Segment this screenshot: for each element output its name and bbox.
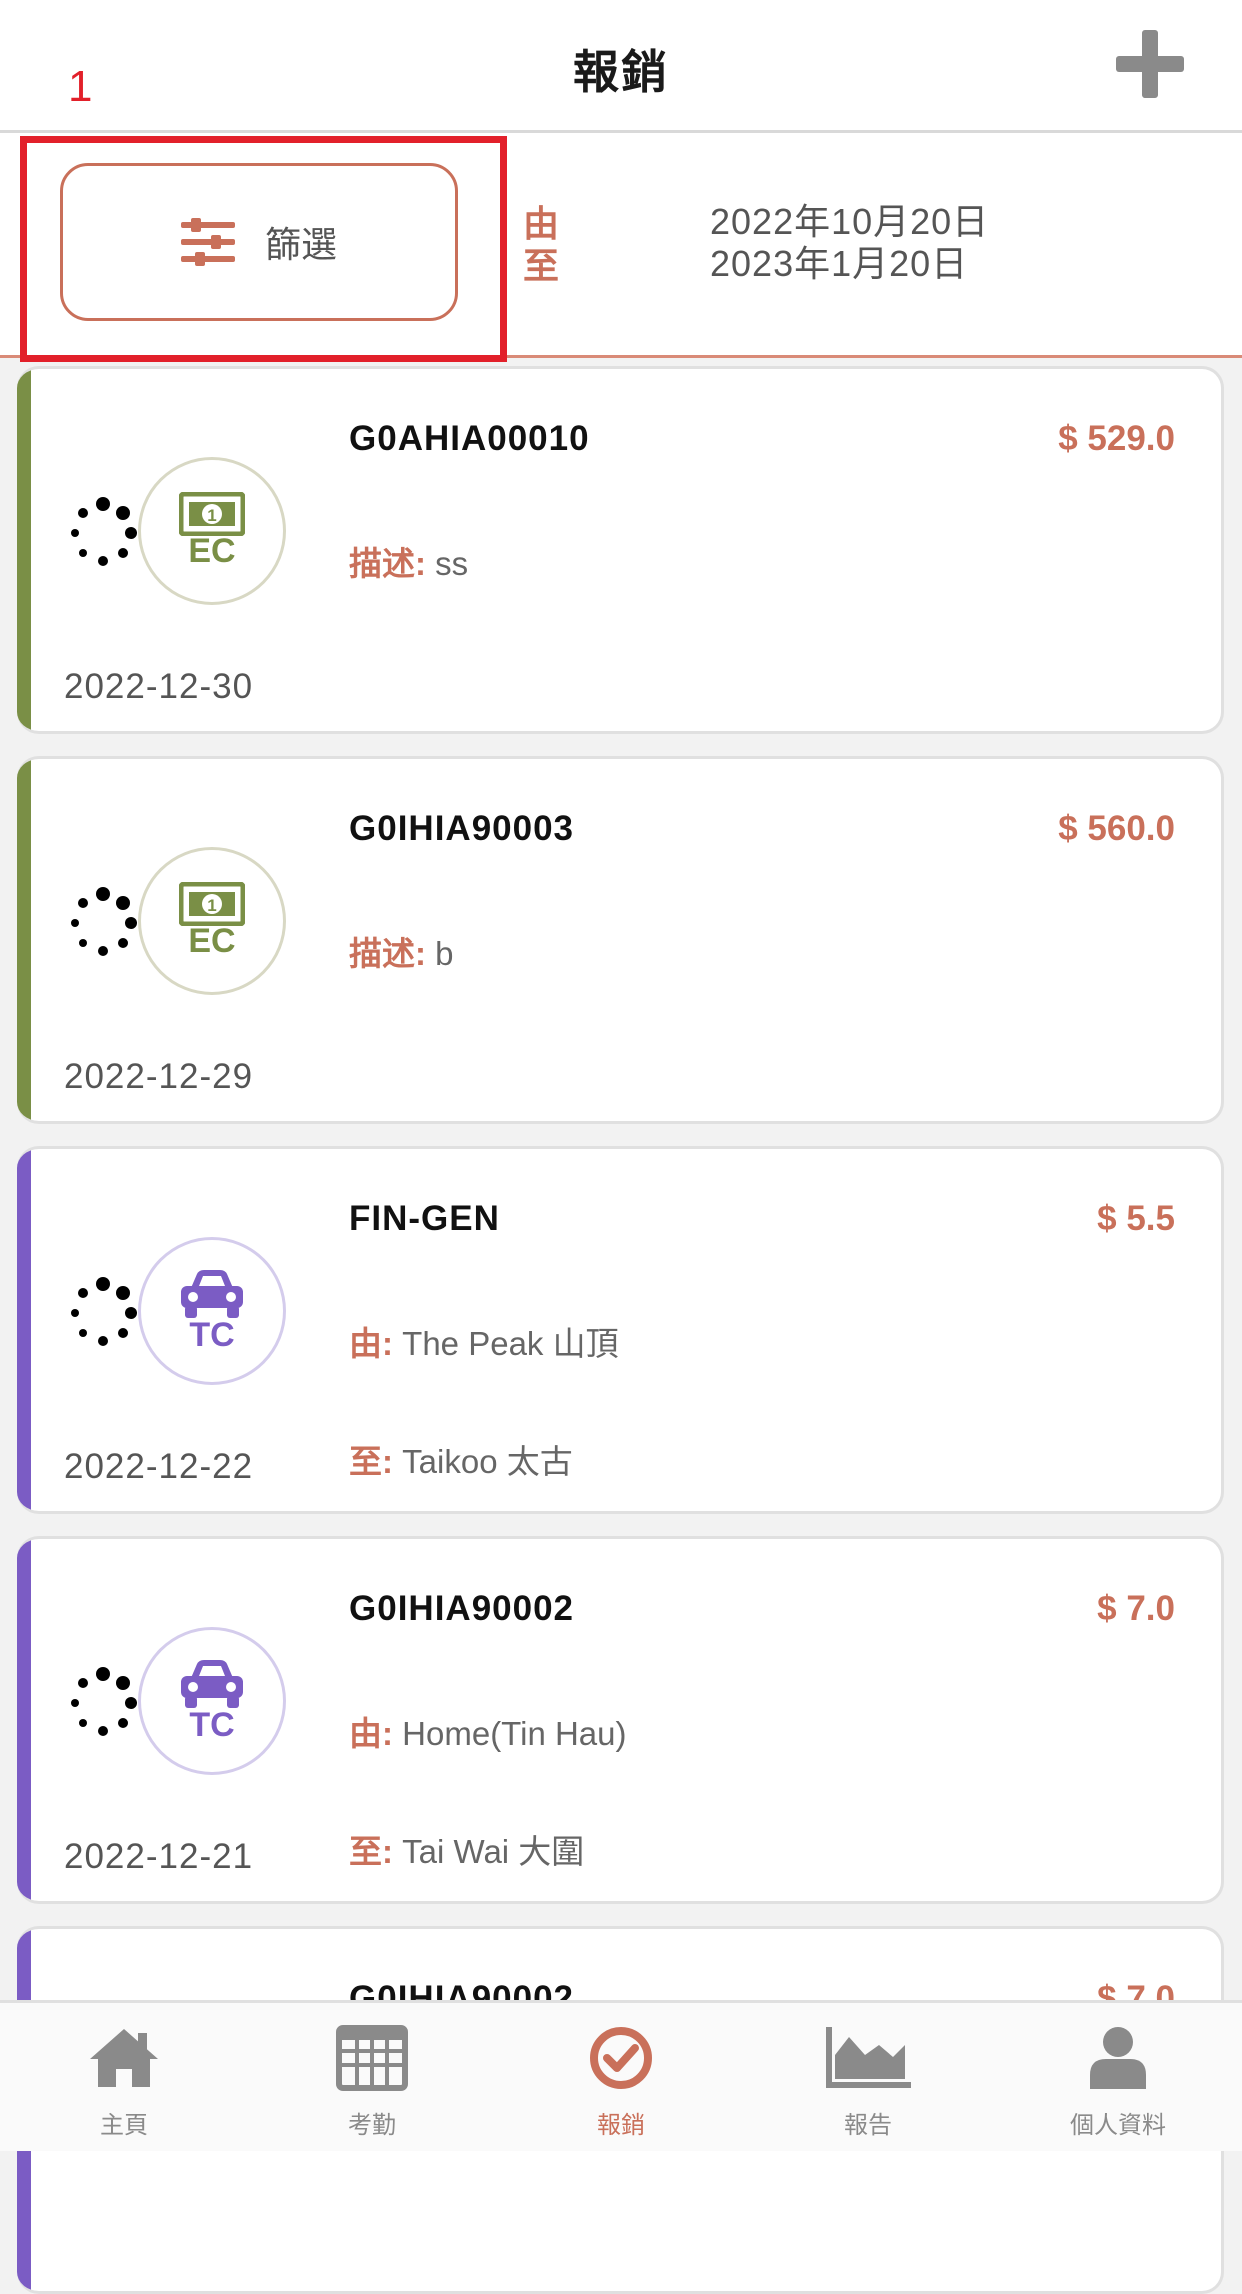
claim-card[interactable]: 1 EC 2022-12-29 G0IHIA90003 $ 560.0 描述: … (17, 756, 1224, 1124)
from-key: 由: (349, 1715, 393, 1752)
tab-label: 個人資料 (1070, 2112, 1166, 2139)
to-label: 至 (523, 245, 560, 286)
claim-reference: G0AHIA00010 (349, 419, 590, 458)
claim-from: 由: The Peak 山頂 (349, 1317, 619, 1365)
claim-amount: $ 529.0 (1058, 419, 1175, 458)
type-badge: 1 EC (138, 457, 286, 605)
claim-card[interactable]: TC 2022-12-21 G0IHIA90002 $ 7.0 由: Home(… (17, 1536, 1224, 1904)
tab-home[interactable]: 主頁 (44, 2025, 204, 2151)
person-icon (1090, 2027, 1146, 2089)
tab-label: 主頁 (100, 2112, 148, 2139)
svg-text:1: 1 (207, 506, 216, 525)
date-range-labels: 由 至 (523, 203, 559, 287)
from-label: 由 (523, 203, 560, 244)
description-key: 描述: (349, 545, 426, 582)
to-key: 至: (349, 1833, 393, 1870)
claim-reference: FIN-GEN (349, 1199, 500, 1238)
type-code: TC (189, 1315, 235, 1354)
check-circle-icon (590, 2027, 652, 2089)
type-code: EC (188, 921, 236, 960)
type-stripe (17, 1149, 31, 1511)
tab-reports[interactable]: 報告 (788, 2025, 948, 2151)
banknote-icon: 1 (179, 881, 245, 926)
bottom-tab-bar: 主頁 考勤 報銷 報告 個人資料 (0, 2000, 1242, 2151)
banknote-icon: 1 (179, 491, 245, 536)
tab-attendance[interactable]: 考勤 (292, 2025, 452, 2151)
type-stripe (17, 759, 31, 1121)
page-title: 報銷 (573, 46, 669, 98)
tab-label: 報銷 (597, 2112, 645, 2139)
from-date: 2022年10月20日 (710, 201, 990, 242)
type-badge: TC (138, 1237, 286, 1385)
claim-to: 至: Taikoo 太古 (349, 1435, 573, 1483)
loading-spinner-icon (71, 1277, 137, 1346)
filter-bar: 篩選 由 至 2022年10月20日 2023年1月20日 (0, 133, 1242, 362)
claim-reference: G0IHIA90003 (349, 809, 575, 848)
tab-label: 考勤 (348, 2112, 396, 2139)
loading-spinner-icon (71, 1667, 137, 1736)
date-range-values: 2022年10月20日 2023年1月20日 (710, 201, 989, 285)
to-key: 至: (349, 1443, 393, 1480)
type-badge: TC (138, 1627, 286, 1775)
claim-date: 2022-12-22 (64, 1447, 254, 1486)
svg-text:1: 1 (207, 896, 216, 915)
from-value: Home(Tin Hau) (393, 1715, 627, 1752)
tab-profile[interactable]: 個人資料 (1038, 2025, 1198, 2151)
description-value: ss (426, 545, 469, 582)
loading-spinner-icon (71, 887, 137, 956)
tab-claims[interactable]: 報銷 (541, 2025, 701, 2151)
from-value: The Peak 山頂 (393, 1325, 619, 1362)
to-date: 2023年1月20日 (710, 243, 969, 284)
description-key: 描述: (349, 935, 426, 972)
calendar-grid-icon (336, 2025, 408, 2091)
type-code: EC (188, 531, 236, 570)
claim-amount: $ 5.5 (1097, 1199, 1175, 1238)
car-icon (181, 1269, 243, 1318)
from-key: 由: (349, 1325, 393, 1362)
type-stripe (17, 1539, 31, 1901)
description-value: b (426, 935, 454, 972)
tab-label: 報告 (844, 2112, 892, 2139)
claim-date: 2022-12-30 (64, 667, 254, 706)
claim-description: 描述: ss (349, 537, 468, 585)
app-header: 1 報銷 (0, 0, 1242, 133)
to-value: Tai Wai 大圍 (393, 1833, 585, 1870)
type-code: TC (189, 1705, 235, 1744)
claim-date: 2022-12-29 (64, 1057, 254, 1096)
claim-amount: $ 7.0 (1097, 1589, 1175, 1628)
type-badge: 1 EC (138, 847, 286, 995)
claim-from: 由: Home(Tin Hau) (349, 1707, 627, 1755)
claim-card[interactable]: 1 EC 2022-12-30 G0AHIA00010 $ 529.0 描述: … (17, 366, 1224, 734)
claim-to: 至: Tai Wai 大圍 (349, 1825, 584, 1873)
claim-amount: $ 560.0 (1058, 809, 1175, 848)
claim-date: 2022-12-21 (64, 1837, 254, 1876)
claim-card[interactable]: TC 2022-12-22 FIN-GEN $ 5.5 由: The Peak … (17, 1146, 1224, 1514)
car-icon (181, 1659, 243, 1708)
to-value: Taikoo 太古 (393, 1443, 573, 1480)
area-chart-icon (826, 2027, 911, 2088)
loading-spinner-icon (71, 497, 137, 566)
home-icon (90, 2029, 158, 2087)
type-stripe (17, 369, 31, 731)
add-icon[interactable] (1112, 26, 1188, 102)
annotation-highlight-box (20, 136, 507, 362)
claim-reference: G0IHIA90002 (349, 1589, 575, 1628)
claim-description: 描述: b (349, 927, 454, 975)
